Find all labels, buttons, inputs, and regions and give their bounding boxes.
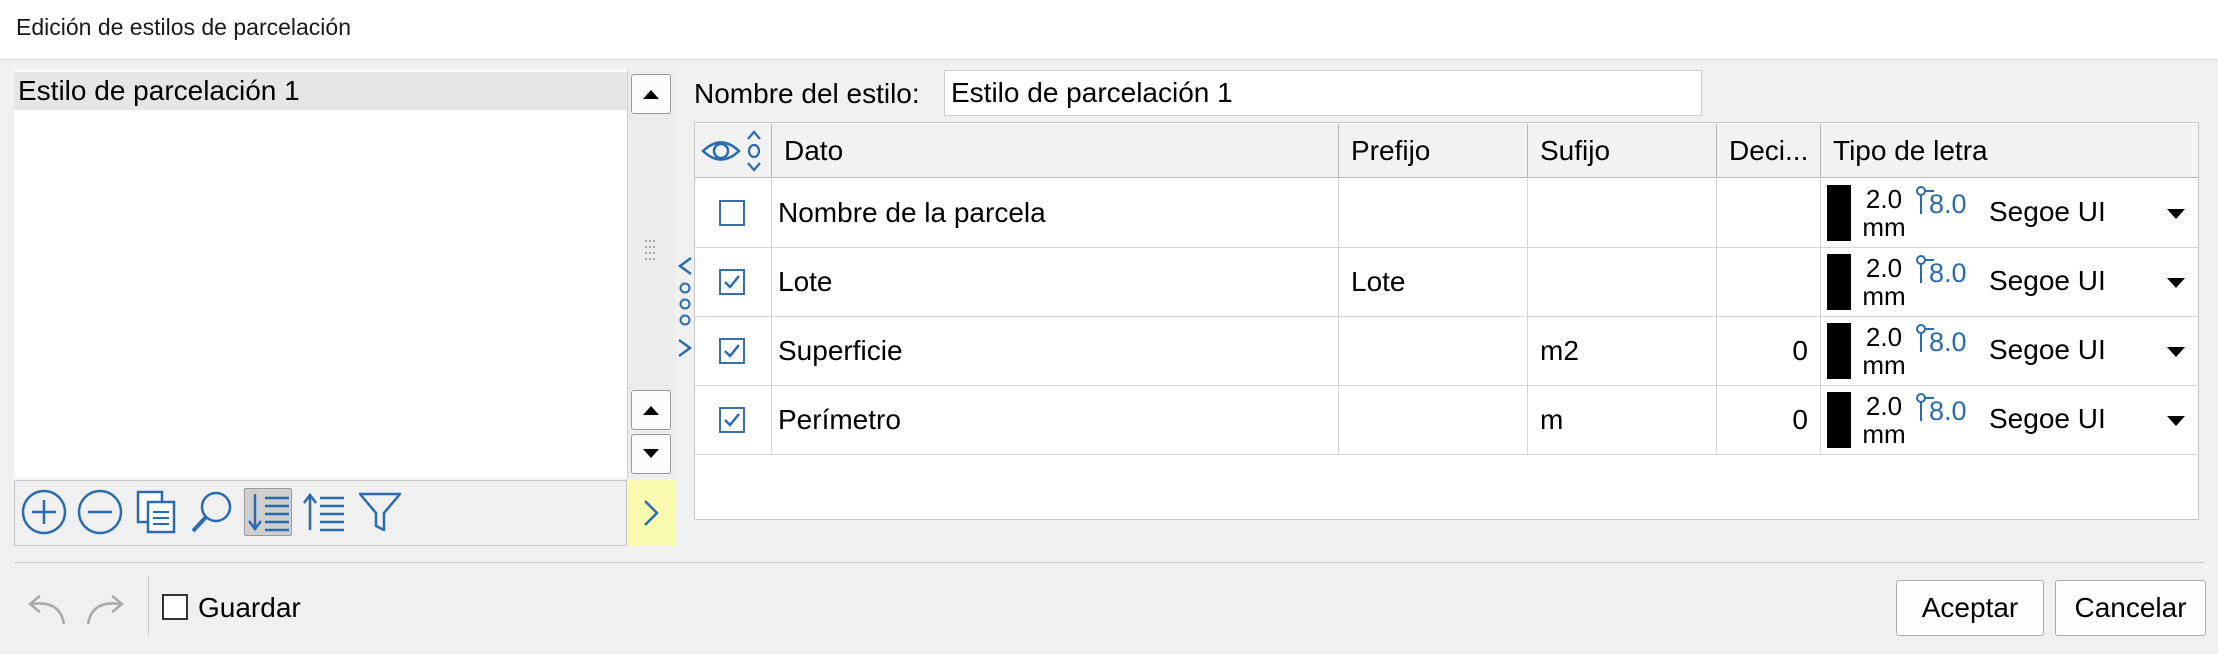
font-base: 8.0 bbox=[1929, 327, 1967, 357]
decimales-cell[interactable] bbox=[1717, 179, 1821, 248]
header-dato[interactable]: Dato bbox=[772, 124, 1339, 178]
font-size: 2.0 bbox=[1865, 184, 1903, 214]
chevron-right-icon bbox=[644, 500, 659, 526]
font-unit: mm bbox=[1862, 419, 1906, 449]
decimales-cell[interactable]: 0 bbox=[1717, 317, 1821, 386]
checkmark-icon bbox=[724, 344, 740, 358]
prefijo-cell[interactable] bbox=[1339, 317, 1528, 386]
font-name: Segoe UI bbox=[1989, 334, 2106, 365]
search-icon[interactable] bbox=[188, 488, 236, 536]
sufijo-cell[interactable]: m2 bbox=[1528, 317, 1717, 386]
window-title: Edición de estilos de parcelación bbox=[16, 14, 351, 40]
redo-icon[interactable] bbox=[84, 590, 132, 628]
font-name: Segoe UI bbox=[1989, 196, 2106, 227]
font-unit: mm bbox=[1862, 350, 1906, 380]
chevron-down-icon[interactable] bbox=[2167, 347, 2185, 357]
font-name: Segoe UI bbox=[1989, 403, 2106, 434]
font-cell[interactable]: 2.0 mm 8.0 Segoe UI bbox=[1821, 248, 2198, 317]
dato-cell[interactable]: Lote bbox=[772, 248, 1339, 317]
header-sufijo[interactable]: Sufijo bbox=[1528, 124, 1717, 178]
footer-divider bbox=[148, 576, 149, 636]
font-cell[interactable]: 2.0 mm 8.0 Segoe UI bbox=[1821, 317, 2198, 386]
font-unit: mm bbox=[1862, 212, 1906, 242]
arrow-up-icon bbox=[643, 406, 659, 415]
sort-descending-icon[interactable] bbox=[244, 488, 292, 536]
font-unit: mm bbox=[1862, 281, 1906, 311]
table-row-visible-cell bbox=[695, 248, 772, 317]
footer-separator bbox=[14, 562, 2204, 563]
font-size: 2.0 bbox=[1865, 322, 1903, 352]
sufijo-cell[interactable]: m bbox=[1528, 386, 1717, 455]
checkmark-icon bbox=[724, 275, 740, 289]
chevron-down-icon[interactable] bbox=[2167, 209, 2185, 219]
style-list[interactable] bbox=[14, 70, 627, 478]
visible-checkbox[interactable] bbox=[719, 269, 745, 295]
font-base: 8.0 bbox=[1929, 396, 1967, 426]
header-prefijo[interactable]: Prefijo bbox=[1339, 124, 1528, 178]
chevron-down-icon[interactable] bbox=[2167, 416, 2185, 426]
style-name-input[interactable]: Estilo de parcelación 1 bbox=[944, 70, 1702, 116]
color-swatch bbox=[1827, 323, 1851, 379]
font-name: Segoe UI bbox=[1989, 265, 2106, 296]
decimales-cell[interactable] bbox=[1717, 248, 1821, 317]
font-size: 2.0 bbox=[1865, 253, 1903, 283]
undo-icon[interactable] bbox=[20, 590, 68, 628]
sufijo-cell[interactable] bbox=[1528, 179, 1717, 248]
prefijo-cell[interactable]: Lote bbox=[1339, 248, 1528, 317]
visible-checkbox[interactable] bbox=[719, 200, 745, 226]
accept-button[interactable]: Aceptar bbox=[1896, 580, 2044, 636]
remove-icon[interactable] bbox=[76, 488, 124, 536]
font-cell[interactable]: 2.0 mm 8.0 Segoe UI bbox=[1821, 386, 2198, 455]
color-swatch bbox=[1827, 392, 1851, 448]
header-visibility[interactable] bbox=[695, 124, 772, 178]
filter-icon[interactable] bbox=[356, 488, 404, 536]
decimales-cell[interactable]: 0 bbox=[1717, 386, 1821, 455]
table-row-visible-cell bbox=[695, 317, 772, 386]
style-list-item[interactable]: Estilo de parcelación 1 bbox=[14, 72, 627, 110]
color-swatch bbox=[1827, 254, 1851, 310]
scroll-down-button[interactable] bbox=[631, 434, 671, 474]
color-swatch bbox=[1827, 185, 1851, 241]
table-row-visible-cell bbox=[695, 179, 772, 248]
visible-checkbox[interactable] bbox=[719, 407, 745, 433]
checkmark-icon bbox=[724, 413, 740, 427]
dato-cell[interactable]: Nombre de la parcela bbox=[772, 179, 1339, 248]
add-icon[interactable] bbox=[20, 488, 68, 536]
scroll-up-button[interactable] bbox=[631, 74, 671, 114]
arrow-down-icon bbox=[643, 449, 659, 458]
scroll-grip-icon bbox=[643, 238, 657, 264]
visible-checkbox[interactable] bbox=[719, 338, 745, 364]
sufijo-cell[interactable] bbox=[1528, 248, 1717, 317]
dato-cell[interactable]: Perímetro bbox=[772, 386, 1339, 455]
prefijo-cell[interactable] bbox=[1339, 179, 1528, 248]
eye-icon bbox=[701, 130, 761, 172]
cancel-button[interactable]: Cancelar bbox=[2055, 580, 2206, 636]
copy-icon[interactable] bbox=[132, 488, 180, 536]
header-tipo-letra[interactable]: Tipo de letra bbox=[1821, 124, 2198, 178]
font-base: 8.0 bbox=[1929, 189, 1967, 219]
expand-panel-button[interactable] bbox=[627, 480, 675, 546]
arrow-up-icon bbox=[643, 90, 659, 99]
font-size: 2.0 bbox=[1865, 391, 1903, 421]
table-row-visible-cell bbox=[695, 386, 772, 455]
save-label: Guardar bbox=[198, 592, 301, 623]
panel-splitter[interactable] bbox=[674, 254, 696, 364]
scroll-up-button-2[interactable] bbox=[631, 390, 671, 430]
save-checkbox[interactable] bbox=[162, 594, 188, 620]
sort-ascending-icon[interactable] bbox=[300, 488, 348, 536]
font-cell[interactable]: 2.0 mm 8.0 Segoe UI bbox=[1821, 179, 2198, 248]
chevron-down-icon[interactable] bbox=[2167, 278, 2185, 288]
header-decimales[interactable]: Deci... bbox=[1717, 124, 1821, 178]
font-base: 8.0 bbox=[1929, 258, 1967, 288]
style-name-label: Nombre del estilo: bbox=[694, 78, 920, 109]
dato-cell[interactable]: Superficie bbox=[772, 317, 1339, 386]
prefijo-cell[interactable] bbox=[1339, 386, 1528, 455]
